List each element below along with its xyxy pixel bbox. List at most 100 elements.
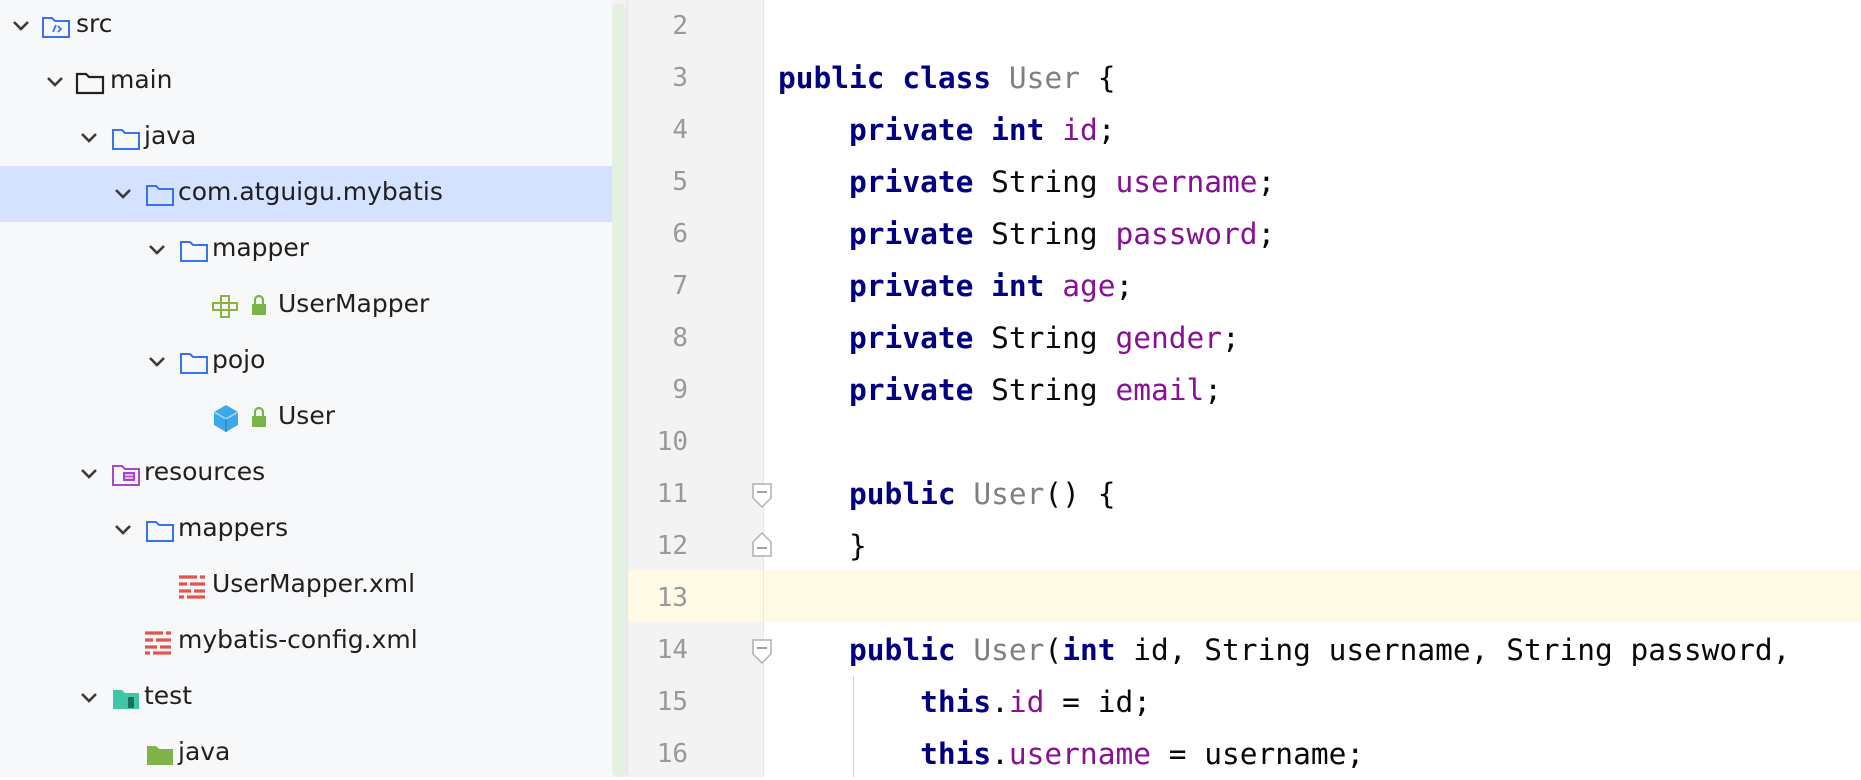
- chevron-down-icon[interactable]: [146, 239, 168, 261]
- code-keyword: private: [849, 373, 974, 407]
- code-line[interactable]: private String gender;: [849, 312, 1240, 364]
- code-text: (: [1044, 633, 1063, 667]
- code-keyword: public: [849, 477, 956, 511]
- tree-item-src[interactable]: src: [0, 0, 612, 54]
- indent-guide: [853, 676, 854, 777]
- line-number[interactable]: 7: [628, 260, 688, 312]
- code-keyword: private: [849, 113, 974, 147]
- line-number[interactable]: 14: [628, 624, 688, 676]
- code-keyword: int: [1062, 633, 1116, 667]
- tree-item-pojo[interactable]: pojo: [0, 334, 612, 390]
- line-number[interactable]: 15: [628, 676, 688, 728]
- code-text: String: [973, 373, 1116, 407]
- xml-file-icon: [179, 575, 205, 599]
- code-line[interactable]: private String password;: [849, 208, 1275, 260]
- lock-icon: [252, 406, 266, 427]
- code-text: {: [1079, 61, 1116, 95]
- code-field: username: [1008, 737, 1151, 771]
- test-folder-icon: [113, 690, 139, 709]
- code-line[interactable]: this.id = id;: [920, 676, 1151, 728]
- source-folder-icon: [112, 129, 140, 150]
- chevron-down-icon[interactable]: [78, 127, 100, 149]
- line-number[interactable]: 5: [628, 156, 688, 208]
- code-field: age: [1062, 269, 1116, 303]
- source-folder-icon: [42, 17, 70, 38]
- xml-file-icon: [145, 631, 171, 655]
- code-field: email: [1115, 373, 1205, 407]
- code-text: .: [991, 685, 1009, 719]
- tree-item-mappers[interactable]: mappers: [0, 502, 612, 558]
- package-folder-icon: [180, 241, 208, 262]
- code-field: gender: [1115, 321, 1223, 355]
- chevron-down-icon[interactable]: [78, 687, 100, 709]
- tree-item-label: pojo: [212, 345, 266, 374]
- code-keyword: private: [849, 217, 974, 251]
- code-field: id: [1008, 685, 1045, 719]
- code-keyword: int: [991, 113, 1045, 147]
- tree-item-mybatis-config-xml[interactable]: mybatis-config.xml: [0, 614, 612, 670]
- line-number[interactable]: 2: [628, 0, 688, 52]
- code-line[interactable]: public User() {: [849, 468, 1115, 520]
- code-line[interactable]: public class User {: [778, 52, 1116, 104]
- code-field: password: [1115, 217, 1258, 251]
- code-text: String: [973, 165, 1116, 199]
- chevron-down-icon[interactable]: [78, 463, 100, 485]
- code-line[interactable]: private String username;: [849, 156, 1275, 208]
- chevron-down-icon[interactable]: [146, 351, 168, 373]
- line-number[interactable]: 10: [628, 416, 688, 468]
- tree-item-mapper[interactable]: mapper: [0, 222, 612, 278]
- line-number[interactable]: 11: [628, 468, 688, 520]
- code-line[interactable]: private int id;: [849, 104, 1115, 156]
- code-text: ;: [1115, 269, 1134, 303]
- tree-item-label: main: [110, 65, 173, 94]
- line-number[interactable]: 9: [628, 364, 688, 416]
- line-number[interactable]: 16: [628, 728, 688, 780]
- tree-item-label: java: [178, 737, 231, 766]
- tree-scrollbar-thumb[interactable]: [612, 4, 626, 777]
- code-class-name: User: [1008, 61, 1080, 95]
- tree-item-label: mapper: [212, 233, 310, 262]
- line-number[interactable]: 3: [628, 52, 688, 104]
- class-icon: [213, 405, 239, 432]
- chevron-down-icon[interactable]: [44, 71, 66, 93]
- tree-item-test[interactable]: test: [0, 670, 612, 726]
- fold-collapse-icon[interactable]: [751, 482, 773, 510]
- code-keyword: class: [902, 61, 992, 95]
- code-line[interactable]: private String email;: [849, 364, 1222, 416]
- chevron-down-icon[interactable]: [10, 15, 32, 37]
- code-line[interactable]: this.username = username;: [920, 728, 1364, 780]
- fold-collapse-icon[interactable]: [751, 638, 773, 666]
- tree-item-resources[interactable]: resources: [0, 446, 612, 502]
- tree-item-main[interactable]: main: [0, 54, 612, 110]
- interface-icon: [212, 295, 238, 318]
- line-number[interactable]: 4: [628, 104, 688, 156]
- tree-item-label: java: [144, 121, 197, 150]
- tree-item-test-java[interactable]: java: [0, 726, 612, 777]
- line-number[interactable]: 6: [628, 208, 688, 260]
- fold-end-icon[interactable]: [751, 530, 773, 558]
- chevron-down-icon[interactable]: [112, 519, 134, 541]
- code-field: username: [1115, 165, 1258, 199]
- tree-item-label: User: [278, 401, 335, 430]
- tree-item-user[interactable]: User: [0, 390, 612, 446]
- chevron-down-icon[interactable]: [112, 183, 134, 205]
- tree-item-label: UserMapper: [278, 289, 430, 318]
- line-number[interactable]: 12: [628, 520, 688, 572]
- code-text: = id;: [1044, 685, 1151, 719]
- code-line[interactable]: }: [849, 520, 867, 572]
- line-number[interactable]: 13: [628, 572, 688, 624]
- tree-item-label: test: [144, 681, 193, 710]
- code-keyword: private: [849, 321, 974, 355]
- code-line[interactable]: private int age;: [849, 260, 1133, 312]
- package-folder-icon: [146, 185, 174, 206]
- line-number[interactable]: 8: [628, 312, 688, 364]
- tree-item-usermapper-xml[interactable]: UserMapper.xml: [0, 558, 612, 614]
- tree-item-com-atguigu-mybatis[interactable]: com.atguigu.mybatis: [0, 166, 612, 222]
- code-line[interactable]: public User(int id, String username, Str…: [849, 624, 1790, 676]
- code-keyword: this: [920, 685, 992, 719]
- lock-icon: [252, 294, 266, 315]
- tree-item-java[interactable]: java: [0, 110, 612, 166]
- tree-item-usermapper[interactable]: UserMapper: [0, 278, 612, 334]
